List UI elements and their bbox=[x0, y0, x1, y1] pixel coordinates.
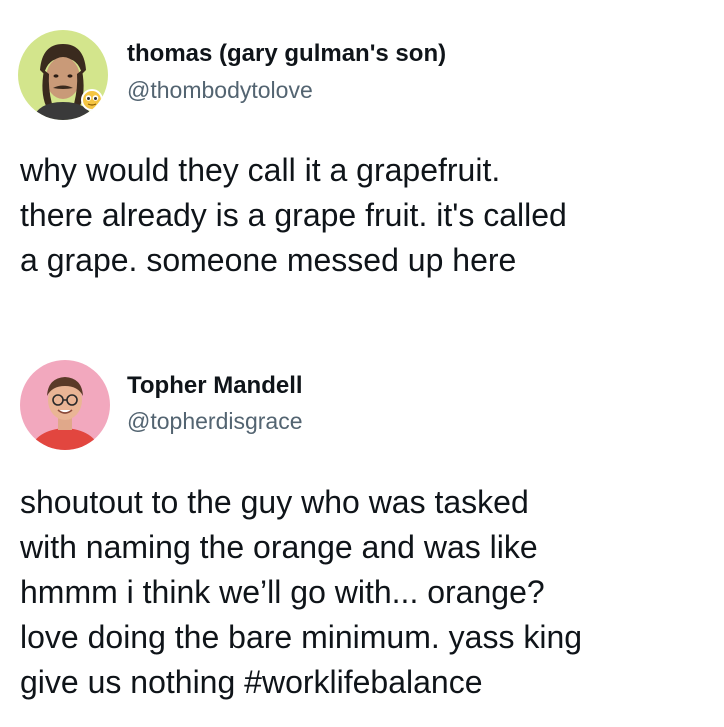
tweet-text: why would they call it a grapefruit. the… bbox=[20, 148, 720, 283]
tweet-text-line: with naming the orange and was like bbox=[20, 529, 538, 565]
user-handle[interactable]: @thombodytolove bbox=[127, 76, 313, 104]
tweet-text-line: why would they call it a grapefruit. bbox=[20, 152, 501, 188]
user-avatar-thomas-icon bbox=[18, 30, 108, 120]
tweet-text: shoutout to the guy who was tasked with … bbox=[20, 480, 720, 705]
avatar[interactable] bbox=[20, 360, 110, 450]
tweet-text-line: give us nothing #worklifebalance bbox=[20, 664, 483, 700]
avatar[interactable] bbox=[18, 30, 108, 120]
tweet-text-line: shoutout to the guy who was tasked bbox=[20, 484, 529, 520]
display-name[interactable]: thomas (gary gulman's son) bbox=[127, 40, 446, 68]
display-name[interactable]: Topher Mandell bbox=[127, 372, 303, 400]
tweet-text-line: love doing the bare minimum. yass king bbox=[20, 619, 583, 655]
user-avatar-topher-icon bbox=[20, 360, 110, 450]
tweet-1: thomas (gary gulman's son) @thombodytolo… bbox=[0, 0, 724, 340]
user-handle[interactable]: @topherdisgrace bbox=[127, 407, 303, 435]
tweet-text-line: hmmm i think we’ll go with... orange? bbox=[20, 574, 545, 610]
tweet-2: Topher Mandell @topherdisgrace shoutout … bbox=[0, 340, 724, 727]
tweet-text-line: a grape. someone messed up here bbox=[20, 242, 517, 278]
tweet-text-line: there already is a grape fruit. it's cal… bbox=[20, 197, 567, 233]
